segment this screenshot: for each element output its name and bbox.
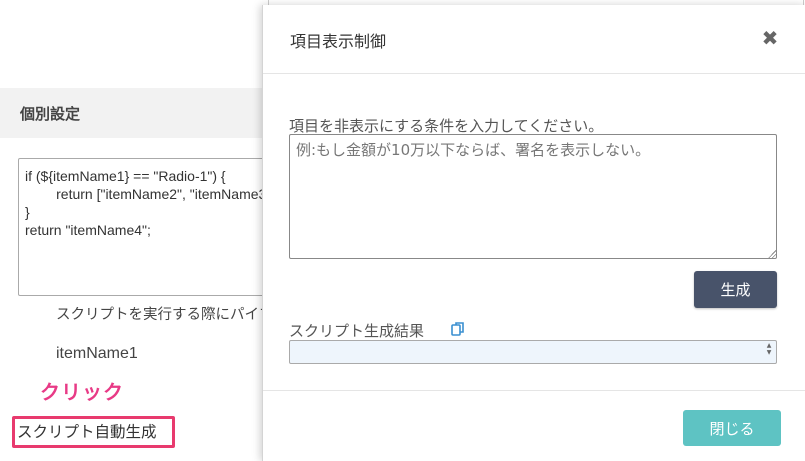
section-header: 個別設定: [0, 88, 264, 138]
item-visibility-modal: 項目表示制御 ✖ 項目を非表示にする条件を入力してください。 生成 スクリプト生…: [262, 5, 805, 461]
resize-grip-icon[interactable]: [768, 250, 776, 258]
close-button[interactable]: 閉じる: [683, 410, 781, 446]
modal-title: 項目表示制御: [290, 32, 387, 51]
generate-button[interactable]: 生成: [694, 271, 777, 308]
close-icon[interactable]: ✖: [758, 26, 782, 50]
condition-label: 項目を非表示にする条件を入力してください。: [289, 117, 604, 135]
modal-footer: 閉じる: [263, 390, 805, 461]
modal-header: 項目表示制御 ✖: [263, 5, 805, 74]
script-auto-generate-link[interactable]: スクリプト自動生成: [12, 416, 175, 448]
script-editor[interactable]: if (${itemName1} == "Radio-1") { return …: [18, 158, 268, 296]
script-result-output[interactable]: [289, 340, 777, 364]
copy-icon[interactable]: [450, 321, 466, 337]
annotation-click-label: クリック: [40, 380, 124, 404]
result-label: スクリプト生成結果: [289, 322, 425, 340]
section-title: 個別設定: [20, 105, 81, 123]
condition-input[interactable]: [289, 134, 777, 259]
script-note: スクリプトを実行する際にパイプ: [56, 307, 264, 323]
item-name-label: itemName1: [56, 345, 138, 362]
result-spin-icon[interactable]: ▲ ▼: [763, 342, 775, 362]
